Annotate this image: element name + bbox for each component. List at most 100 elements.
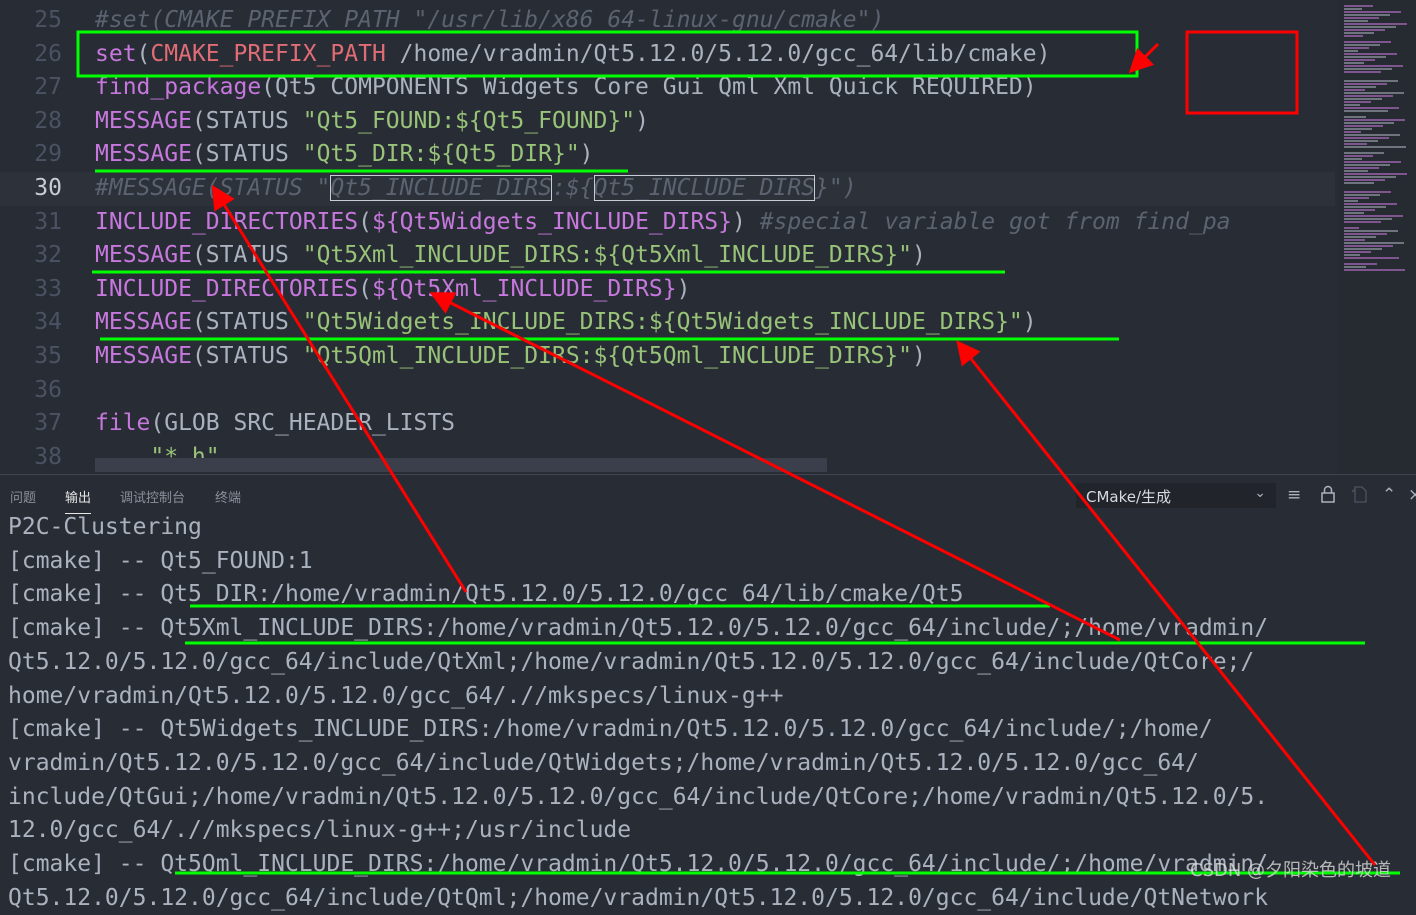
code-token: ) <box>676 275 691 302</box>
code-token: #special variable got from find_pa <box>759 208 1231 235</box>
lock-icon[interactable] <box>1320 485 1336 508</box>
output-channel-select[interactable]: CMake/生成 ⌄ <box>1076 483 1276 508</box>
minimap-line <box>1344 254 1360 256</box>
output-line: home/vradmin/Qt5.12.0/5.12.0/gcc_64/.//m… <box>8 682 784 709</box>
tab-output[interactable]: 输出 <box>65 487 92 514</box>
code-text: #set(CMAKE_PREFIX_PATH "/usr/lib/x86_64-… <box>95 4 884 38</box>
minimap-line <box>1344 59 1375 61</box>
minimap-line <box>1344 65 1403 67</box>
minimap-line <box>1344 11 1401 13</box>
minimap-line <box>1344 194 1380 196</box>
code-token: (STATUS <box>191 242 303 269</box>
output-line: [cmake] -- Qt5Widgets_INCLUDE_DIRS:/home… <box>8 716 1213 743</box>
tab-problems[interactable]: 问题 <box>10 487 36 506</box>
code-line[interactable]: 25 #set(CMAKE_PREFIX_PATH "/usr/lib/x86_6… <box>0 4 1335 38</box>
code-token: INCLUDE_DIRECTORIES <box>95 275 359 302</box>
minimap-line <box>1344 23 1407 25</box>
code-line[interactable]: 29 MESSAGE(STATUS "Qt5_DIR:${Qt5_DIR}") <box>0 138 1335 172</box>
minimap-line <box>1344 203 1397 205</box>
code-token: file <box>95 410 151 437</box>
line-number: 30 <box>34 175 62 201</box>
close-panel-icon[interactable]: × <box>1408 485 1416 505</box>
code-token: }") <box>815 175 857 201</box>
code-token: MESSAGE <box>95 141 192 168</box>
code-token: ) <box>635 107 649 134</box>
line-number: 27 <box>34 74 62 101</box>
minimap-line <box>1344 155 1373 157</box>
code-token: (STATUS <box>191 107 303 134</box>
code-text: MESSAGE(STATUS "Qt5_FOUND:${Qt5_FOUND}") <box>95 105 649 139</box>
minimap-line <box>1344 266 1366 268</box>
code-token: ) <box>579 141 594 168</box>
minimap-line <box>1344 50 1358 52</box>
code-token: MESSAGE <box>95 343 192 369</box>
code-line[interactable]: 37 file(GLOB SRC_HEADER_LISTS <box>0 407 1335 441</box>
code-line[interactable]: 30 #MESSAGE(STATUS "Qt5_INCLUDE_DIRS:${Qt… <box>0 172 1335 206</box>
code-token: MESSAGE <box>95 107 192 134</box>
minimap-line <box>1344 206 1386 208</box>
minimap-line <box>1344 212 1364 214</box>
minimap-line <box>1344 239 1365 241</box>
tab-terminal[interactable]: 终端 <box>215 487 241 506</box>
minimap-line <box>1344 242 1404 244</box>
code-text: MESSAGE(STATUS "Qt5_DIR:${Qt5_DIR}") <box>95 138 594 172</box>
minimap-line <box>1344 167 1379 169</box>
minimap-line <box>1344 101 1371 103</box>
line-number: 37 <box>34 410 62 437</box>
minimap-line <box>1344 269 1405 271</box>
minimap-line <box>1344 125 1383 127</box>
line-number: 33 <box>34 275 62 302</box>
minimap-line <box>1344 143 1367 145</box>
code-line[interactable]: 33 INCLUDE_DIRECTORIES(${Qt5Xml_INCLUDE_D… <box>0 273 1335 307</box>
open-file-icon[interactable] <box>1350 485 1368 508</box>
code-token: MESSAGE <box>95 242 192 269</box>
minimap-line <box>1344 83 1387 85</box>
minimap-line <box>1344 131 1361 133</box>
line-number: 29 <box>34 141 62 168</box>
minimap-line <box>1344 35 1363 37</box>
minimap-line <box>1344 62 1364 64</box>
minimap-line <box>1344 122 1394 124</box>
clear-output-icon[interactable]: ≡ <box>1287 485 1301 505</box>
minimap-line <box>1344 14 1390 16</box>
code-line[interactable]: 26 set(CMAKE_PREFIX_PATH /home/vradmin/Qt… <box>0 38 1335 72</box>
code-token: CMAKE_PREFIX_PATH <box>150 40 386 67</box>
minimap-line <box>1344 173 1407 175</box>
line-number: 28 <box>34 107 62 134</box>
code-line[interactable]: 32 MESSAGE(STATUS "Qt5Xml_INCLUDE_DIRS:${… <box>0 239 1335 273</box>
code-token: :${ <box>551 175 594 201</box>
code-editor[interactable]: 25 #set(CMAKE_PREFIX_PATH "/usr/lib/x86_6… <box>0 0 1416 474</box>
code-token: "Qt5_FOUND:${Qt5_FOUND}" <box>302 107 636 134</box>
output-line: vradmin/Qt5.12.0/5.12.0/gcc_64/include/Q… <box>8 749 1199 776</box>
code-token: set <box>95 40 137 67</box>
code-line[interactable]: 27 find_package(Qt5 COMPONENTS Widgets Co… <box>0 71 1335 105</box>
line-number: 34 <box>34 309 62 336</box>
minimap-line <box>1344 110 1388 112</box>
minimap-line <box>1344 68 1392 70</box>
minimap-line <box>1344 248 1382 250</box>
minimap[interactable] <box>1338 0 1416 474</box>
tab-debug-console[interactable]: 调试控制台 <box>120 487 185 506</box>
maximize-panel-icon[interactable]: ⌃ <box>1382 485 1396 505</box>
line-number: 32 <box>34 242 62 269</box>
code-token: #MESSAGE(STATUS " <box>95 175 331 201</box>
code-token: ) <box>732 208 760 235</box>
code-line[interactable]: 28 MESSAGE(STATUS "Qt5_FOUND:${Qt5_FOUND}… <box>0 105 1335 139</box>
minimap-line <box>1344 32 1374 34</box>
code-token: "Qt5Xml_INCLUDE_DIRS:${Qt5Xml_INCLUDE_DI… <box>302 242 912 269</box>
minimap-line <box>1344 209 1375 211</box>
code-line[interactable]: 36 <box>0 374 1335 408</box>
code-line[interactable]: 34 MESSAGE(STATUS "Qt5Widgets_INCLUDE_DIR… <box>0 306 1335 340</box>
code-text: find_package(Qt5 COMPONENTS Widgets Core… <box>95 71 1037 105</box>
output-line: P2C-Clustering <box>8 514 202 540</box>
minimap-line <box>1344 161 1401 163</box>
code-token: Qt5_INCLUDE_DIRS <box>330 175 552 201</box>
code-line[interactable]: 31 INCLUDE_DIRECTORIES(${Qt5Widgets_INCLU… <box>0 206 1335 240</box>
code-token: (STATUS <box>191 343 303 369</box>
code-line[interactable]: 35 MESSAGE(STATUS "Qt5Qml_INCLUDE_DIRS:${… <box>0 340 1335 374</box>
line-number: 36 <box>34 376 62 403</box>
code-text: INCLUDE_DIRECTORIES(${Qt5Widgets_INCLUDE… <box>95 206 1231 240</box>
minimap-line <box>1344 233 1387 235</box>
horizontal-scrollbar[interactable] <box>95 458 827 472</box>
minimap-line <box>1344 176 1396 178</box>
